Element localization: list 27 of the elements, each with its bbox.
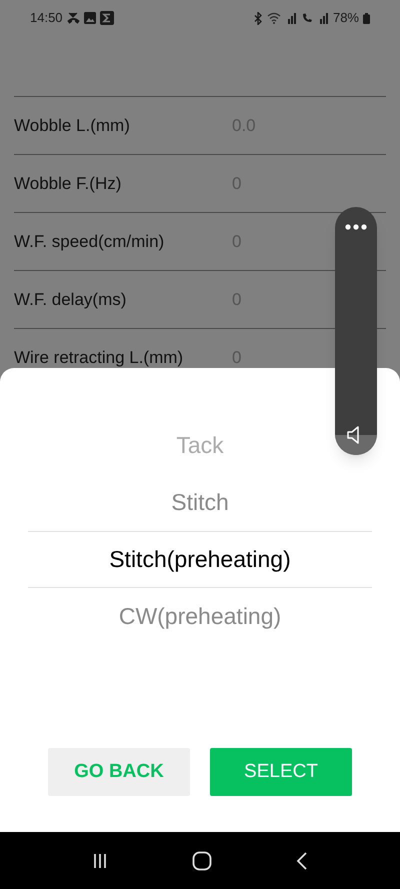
more-icon[interactable]: [345, 224, 367, 230]
volume-slider[interactable]: [335, 207, 377, 455]
picker-option[interactable]: Stitch(preheating): [109, 542, 291, 577]
picker-option[interactable]: CW(preheating): [118, 599, 282, 634]
wifi-icon: [266, 12, 282, 24]
missed-call-icon: [66, 12, 80, 24]
setting-label: Wobble F.(Hz): [14, 172, 122, 195]
select-button[interactable]: SELECT: [210, 748, 352, 796]
setting-label: Wire retracting L.(mm): [14, 346, 184, 369]
battery-icon: [363, 12, 370, 24]
signal-icon: [286, 12, 297, 24]
wifi-call-icon: [300, 12, 314, 24]
recent-apps-icon[interactable]: [92, 852, 108, 868]
bluetooth-icon: [254, 12, 263, 24]
setting-label: Wobble L.(mm): [14, 114, 131, 137]
home-icon[interactable]: [192, 850, 212, 870]
back-icon[interactable]: [296, 852, 308, 870]
setting-label: W.F. speed(cm/min): [14, 230, 166, 253]
sigma-icon: [100, 11, 114, 25]
clock-time: 14:50: [30, 9, 63, 28]
battery-percent: 78%: [332, 9, 359, 28]
signal-icon: [318, 12, 329, 24]
picker-option[interactable]: Stitch: [171, 485, 229, 520]
image-icon: [84, 12, 96, 24]
picker-option[interactable]: Tack: [176, 428, 224, 463]
setting-label: W.F. delay(ms): [14, 288, 128, 311]
go-back-button[interactable]: GO BACK: [48, 748, 190, 796]
